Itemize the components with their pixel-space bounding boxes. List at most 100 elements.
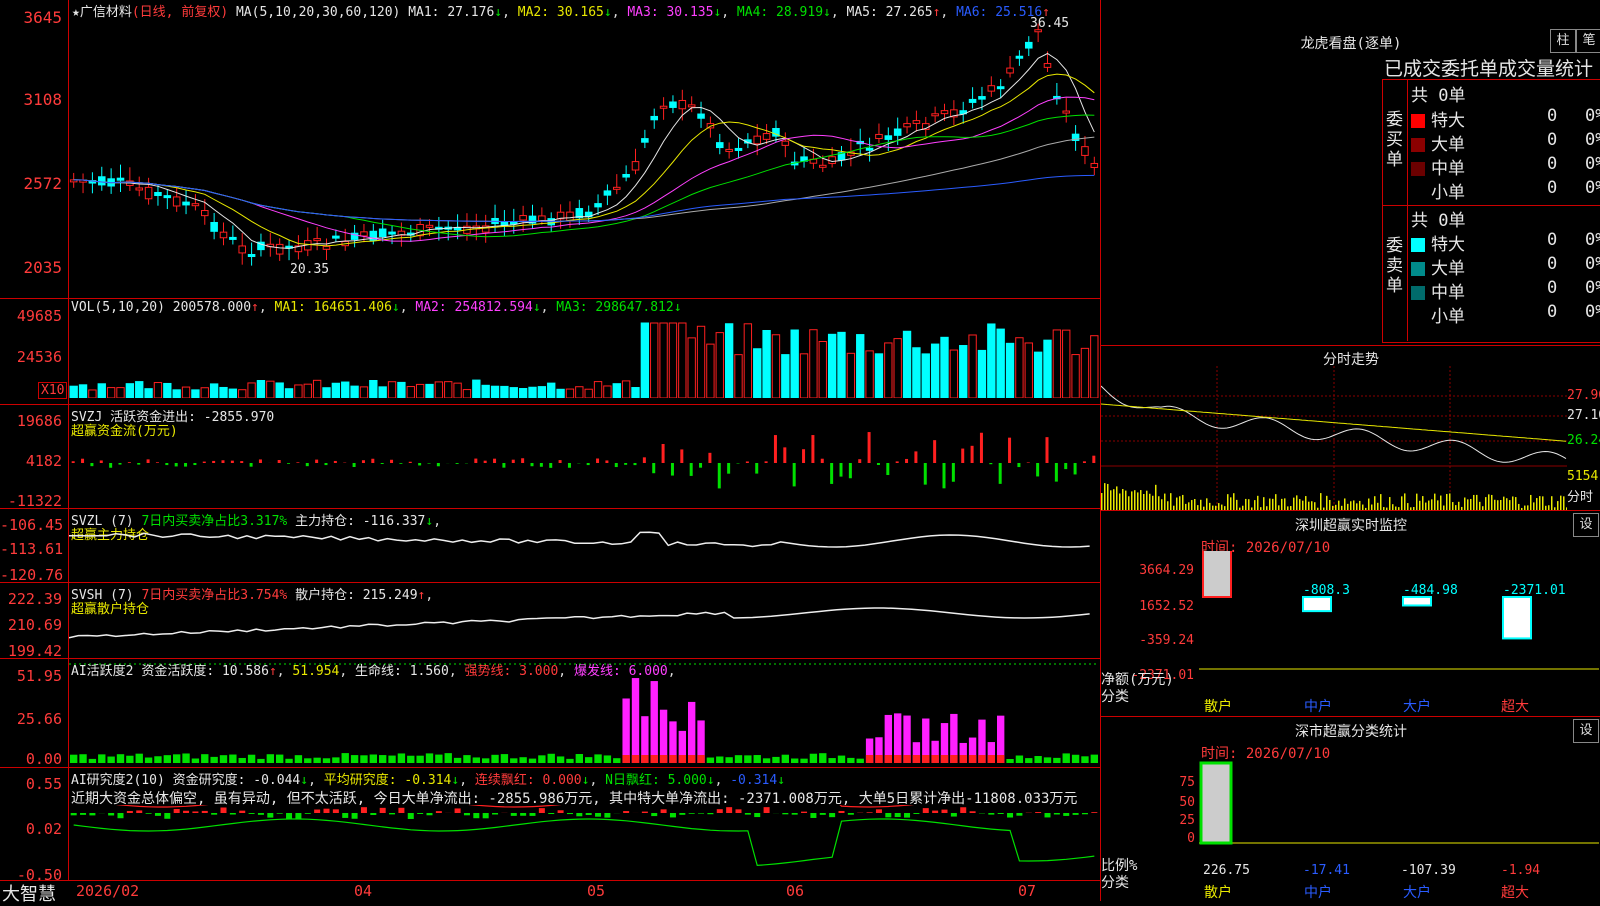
candle-body	[117, 178, 124, 180]
volume-bar	[622, 381, 629, 398]
research-bar	[492, 813, 498, 815]
flow-bar	[924, 463, 927, 485]
research-bar	[764, 807, 770, 813]
fenshi-panel[interactable]: 分时走势 27.96 27.10 26.24 5154 分时	[1100, 345, 1600, 511]
flow-bar	[315, 460, 318, 463]
volume-bar	[285, 389, 292, 398]
candle-body	[876, 134, 883, 138]
candle-body	[988, 86, 995, 91]
candle-body	[211, 222, 218, 231]
volume-bar	[463, 390, 470, 398]
flow-bar	[184, 463, 187, 467]
monitor-chart[interactable]: 3664.29-808.3-484.98-2371.01	[1199, 551, 1600, 691]
fenshi-volume-bar	[1464, 498, 1466, 511]
flow-bar	[362, 460, 365, 463]
volume-chart[interactable]	[69, 314, 1099, 398]
flow-bar	[905, 459, 908, 463]
research-bar	[239, 811, 245, 813]
volume-bar	[538, 387, 545, 398]
candle-body	[595, 204, 602, 207]
row-pct: 0%	[1585, 230, 1600, 250]
bar-mode-button[interactable]: 柱	[1550, 29, 1576, 53]
fenshi-volume-bar	[1485, 497, 1487, 511]
candle-body	[1025, 42, 1032, 48]
flow-bar	[147, 459, 150, 463]
research-bar	[885, 813, 891, 817]
volume-bar	[388, 382, 395, 398]
vol-header: VOL(5,10,20) 200578.000↑, MA1: 164651.40…	[71, 300, 682, 315]
fenshi-volume-bar	[1491, 495, 1493, 511]
monitor-y-tick: 1652.52	[1126, 599, 1194, 614]
monitor-settings-button[interactable]: 设	[1573, 513, 1599, 537]
candle-body	[632, 162, 639, 170]
row-pct: 0%	[1585, 278, 1600, 298]
color-swatch	[1411, 162, 1425, 176]
volume-bar	[697, 326, 704, 398]
volume-bar	[988, 324, 995, 398]
flow-bar	[193, 463, 196, 465]
flow-bar	[334, 461, 337, 463]
candle-body	[201, 211, 208, 216]
candle-body	[248, 255, 255, 257]
flow-bar	[371, 459, 374, 463]
candle-body	[754, 136, 761, 144]
fenshi-volume-bar	[1449, 493, 1451, 511]
candlestick-chart[interactable]	[69, 0, 1099, 298]
svzl-chart[interactable]	[69, 509, 1099, 582]
ai1-chart[interactable]	[69, 659, 1099, 767]
research-bar	[314, 810, 320, 813]
candle-body	[642, 139, 649, 143]
fenshi-volume-bar	[1515, 497, 1517, 511]
vol-title: VOL(5,10,20)	[71, 300, 165, 315]
candle-body	[539, 216, 546, 221]
activity-base	[894, 755, 901, 763]
volume-bar	[1044, 340, 1051, 398]
research-bar	[670, 813, 676, 817]
volume-bar	[660, 323, 667, 398]
flow-bar	[952, 463, 955, 482]
volume-bar	[501, 386, 508, 398]
row-name: 中单	[1431, 283, 1465, 303]
research-bar	[576, 813, 582, 816]
fenshi-chart[interactable]	[1101, 366, 1567, 511]
activity-bar	[182, 753, 189, 763]
candle-body	[239, 246, 246, 253]
activity-bar	[1053, 758, 1060, 763]
chart-area[interactable]: ★广信材料(日线, 前复权) MA(5,10,20,30,60,120) MA1…	[0, 0, 1100, 882]
flow-bar	[615, 463, 618, 467]
activity-base	[913, 755, 920, 763]
volume-bar	[1091, 336, 1098, 398]
activity-base	[679, 755, 686, 763]
activity-bar	[772, 757, 779, 763]
research-bar	[867, 812, 873, 813]
fenshi-volume-bar	[1296, 495, 1298, 511]
activity-bar	[1072, 755, 1079, 763]
fenshi-volume-bar	[1233, 493, 1235, 511]
svzj-chart[interactable]	[69, 405, 1099, 508]
classify-settings-button[interactable]: 设	[1573, 719, 1599, 743]
research-bar	[998, 813, 1004, 814]
research-bar	[707, 813, 713, 814]
monitor-cat: 超大	[1501, 696, 1529, 716]
row-pct: 0%	[1585, 178, 1600, 198]
classify-cat: 超大	[1501, 882, 1529, 902]
flow-bar	[287, 463, 290, 464]
activity-bar	[164, 755, 171, 763]
ai1-y-tick: 51.95	[0, 667, 62, 685]
activity-bar	[482, 758, 489, 763]
fenshi-volume-bar	[1170, 493, 1172, 511]
candle-body	[979, 97, 986, 100]
research-bar	[267, 813, 273, 818]
ai2-chart[interactable]	[69, 805, 1099, 880]
fenshi-volume-bar	[1227, 494, 1229, 511]
svsh-chart[interactable]	[69, 583, 1099, 658]
flow-bar	[521, 458, 524, 463]
tick-mode-button[interactable]: 笔	[1576, 29, 1600, 53]
volume-bar	[894, 339, 901, 398]
fenshi-volume-bar	[1113, 489, 1115, 511]
flow-bar	[671, 463, 674, 476]
research-bar	[164, 813, 170, 819]
vol-unit-badge[interactable]: X10	[38, 382, 67, 399]
flow-bar	[409, 462, 412, 463]
row-name: 小单	[1431, 307, 1465, 327]
